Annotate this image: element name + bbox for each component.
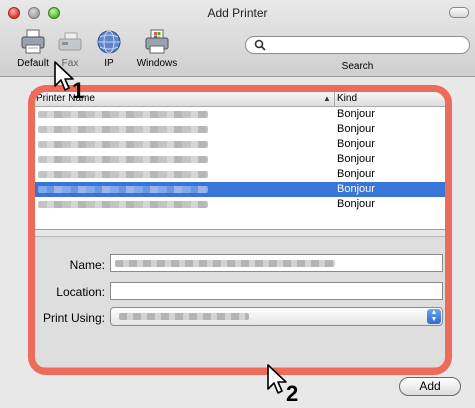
toolbar-windows-button[interactable]: Windows — [134, 28, 180, 69]
printer-kind: Bonjour — [337, 123, 375, 135]
print-using-label: Print Using: — [42, 311, 105, 325]
step-number-1: 1 — [72, 78, 85, 103]
name-label: Name: — [69, 258, 105, 272]
sort-ascending-icon: ▲ — [323, 94, 331, 103]
printer-kind: Bonjour — [337, 183, 375, 195]
fax-icon — [55, 28, 85, 56]
mouse-pointer-icon — [266, 363, 288, 398]
printer-row-selected[interactable]: Bonjour — [32, 182, 445, 197]
printer-kind: Bonjour — [337, 153, 375, 165]
printer-row[interactable]: Bonjour — [32, 152, 445, 167]
location-label: Location: — [56, 285, 105, 299]
printer-row[interactable]: Bonjour — [32, 107, 445, 122]
select-arrows-icon: ▲ ▼ — [427, 309, 441, 324]
toolbar-default-label: Default — [17, 58, 49, 69]
printer-name-redacted — [38, 186, 208, 193]
printer-row[interactable]: Bonjour — [32, 122, 445, 137]
search-icon — [254, 39, 266, 54]
toolbar-windows-label: Windows — [136, 58, 178, 69]
name-field[interactable] — [110, 254, 443, 272]
printer-name-redacted — [38, 111, 208, 118]
driver-value-redacted — [119, 313, 249, 320]
printer-name-redacted — [38, 201, 208, 208]
toolbar-toggle-button[interactable] — [449, 7, 469, 18]
window-title: Add Printer — [207, 6, 268, 20]
printer-list[interactable]: Printer Name ▲ Kind Bonjour Bonjour Bonj… — [31, 91, 446, 230]
search-label: Search — [341, 61, 374, 72]
list-header: Printer Name ▲ Kind — [32, 92, 445, 107]
printer-kind: Bonjour — [337, 108, 375, 120]
printer-row[interactable]: Bonjour — [32, 197, 445, 212]
search-input[interactable] — [245, 36, 470, 54]
printer-name-redacted — [38, 141, 208, 148]
printer-icon — [18, 28, 48, 56]
toolbar-default-button[interactable]: Default — [13, 28, 53, 69]
toolbar-ip-button[interactable]: IP — [94, 28, 124, 69]
name-value-redacted — [115, 260, 335, 267]
printer-kind: Bonjour — [337, 168, 375, 180]
printer-kind: Bonjour — [337, 198, 375, 210]
globe-icon — [94, 28, 124, 56]
printer-name-redacted — [38, 126, 208, 133]
printer-row[interactable]: Bonjour — [32, 137, 445, 152]
toolbar-ip-label: IP — [104, 58, 114, 69]
print-using-select[interactable]: ▲ ▼ — [110, 307, 443, 326]
windows-printer-icon — [142, 28, 172, 56]
printer-row[interactable]: Bonjour — [32, 167, 445, 182]
printer-kind: Bonjour — [337, 138, 375, 150]
column-divider[interactable] — [334, 92, 335, 106]
location-field[interactable] — [110, 282, 443, 300]
printer-name-redacted — [38, 156, 208, 163]
add-button[interactable]: Add — [399, 377, 461, 396]
step-number-2: 2 — [286, 381, 299, 406]
column-header-kind[interactable]: Kind — [337, 93, 357, 104]
add-printer-window: Add Printer Default Fax IP Windows Searc… — [0, 0, 475, 408]
printer-name-redacted — [38, 171, 208, 178]
